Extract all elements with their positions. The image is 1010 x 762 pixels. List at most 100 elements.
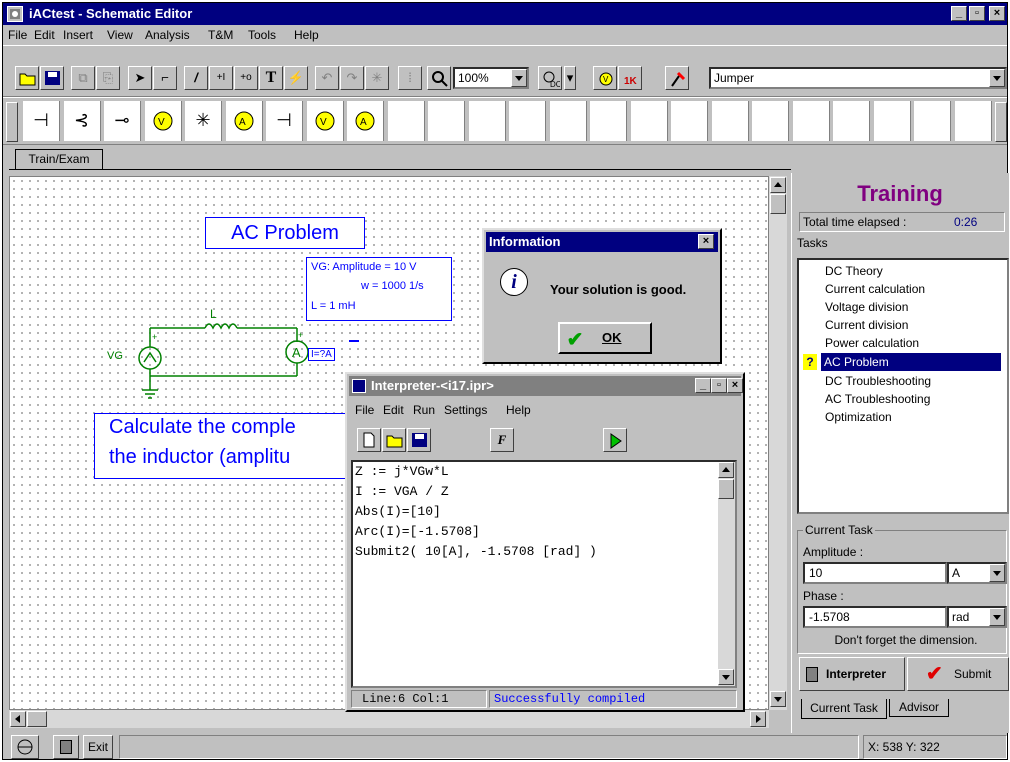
dc-analysis-icon[interactable]: DC	[538, 66, 562, 90]
output-pin-icon[interactable]: +o	[234, 66, 258, 90]
empty-component-slot[interactable]	[914, 101, 951, 141]
voltmeter-tool-icon[interactable]: V	[593, 66, 617, 90]
canvas-hscrollbar[interactable]	[9, 710, 769, 728]
empty-component-slot[interactable]	[428, 101, 465, 141]
component-select[interactable]: Jumper	[709, 67, 1007, 89]
menu-analysis[interactable]: Analysis	[145, 28, 190, 42]
menu-tm[interactable]: T&M	[208, 28, 233, 42]
wire-icon[interactable]: ⌐	[153, 66, 177, 90]
amplitude-unit-dropdown-icon[interactable]	[989, 564, 1005, 582]
phase-unit-select[interactable]: rad	[947, 606, 1007, 628]
menu-view[interactable]: View	[107, 28, 133, 42]
interpreter-menu-help[interactable]: Help	[506, 403, 531, 417]
menu-edit[interactable]: Edit	[34, 28, 55, 42]
probe-icon[interactable]	[665, 66, 689, 90]
input-pin-icon[interactable]: +I	[209, 66, 233, 90]
amplitude-unit-select[interactable]: A	[947, 562, 1007, 584]
terminal-icon[interactable]: ⊸	[104, 101, 141, 141]
dc-dropdown-icon[interactable]: ▾	[564, 66, 576, 90]
menu-help[interactable]: Help	[294, 28, 319, 42]
ac-ammeter-icon[interactable]: A	[347, 101, 384, 141]
empty-component-slot[interactable]	[468, 101, 506, 141]
scroll-right-icon[interactable]	[995, 102, 1007, 142]
empty-component-slot[interactable]	[873, 101, 911, 141]
interpreter-app-icon[interactable]	[352, 379, 366, 393]
interpreter-save-icon[interactable]	[407, 428, 431, 452]
interpreter-menu-file[interactable]: File	[355, 403, 374, 417]
phase-unit-dropdown-icon[interactable]	[989, 608, 1005, 626]
tab-train-exam[interactable]: Train/Exam	[15, 149, 103, 169]
paste-icon[interactable]: ⎘	[96, 66, 120, 90]
zoom-dropdown-icon[interactable]	[511, 69, 527, 87]
hscroll-left-icon[interactable]	[10, 711, 26, 727]
ac-voltmeter-icon[interactable]: V	[306, 101, 344, 141]
voltmeter-icon[interactable]: V	[144, 101, 182, 141]
vscroll-up-icon[interactable]	[770, 177, 786, 193]
ground-wire-icon[interactable]: ⊣	[23, 101, 60, 141]
empty-component-slot[interactable]	[509, 101, 546, 141]
run-icon[interactable]	[603, 428, 627, 452]
task-item[interactable]: Current calculation	[823, 280, 1001, 298]
diode-icon[interactable]: ⊣	[266, 101, 303, 141]
close-button[interactable]: ×	[989, 6, 1005, 21]
hscroll-thumb[interactable]	[27, 711, 47, 727]
menu-tools[interactable]: Tools	[248, 28, 276, 42]
zoom-icon[interactable]	[427, 66, 451, 90]
simulation-icon[interactable]	[11, 735, 39, 759]
capacitor-icon[interactable]: ⊰	[63, 101, 101, 141]
interpreter-maximize-button[interactable]: ▫	[711, 378, 727, 393]
editor-scroll-thumb[interactable]	[718, 479, 734, 499]
text-icon[interactable]: T	[259, 66, 283, 90]
task-item-active[interactable]: AC Problem	[821, 353, 1001, 371]
calculator-tool-icon[interactable]	[53, 735, 79, 759]
tasks-list[interactable]: DC Theory Current calculation Voltage di…	[797, 258, 1009, 514]
hscroll-right-icon[interactable]	[750, 711, 766, 727]
lamp-icon[interactable]: ✳	[185, 101, 222, 141]
ammeter-icon[interactable]: A	[225, 101, 263, 141]
empty-component-slot[interactable]	[590, 101, 627, 141]
menu-insert[interactable]: Insert	[63, 28, 93, 42]
resistor-tool-icon[interactable]: 1K	[618, 66, 642, 90]
menu-file[interactable]: File	[8, 28, 27, 42]
empty-component-slot[interactable]	[711, 101, 749, 141]
interpreter-open-icon[interactable]	[382, 428, 406, 452]
tab-advisor[interactable]: Advisor	[889, 699, 949, 717]
save-icon[interactable]	[40, 66, 64, 90]
submit-button[interactable]: ✔ Submit	[907, 657, 1009, 691]
tab-current-task[interactable]: Current Task	[801, 699, 887, 719]
task-item[interactable]: Optimization	[823, 408, 1001, 426]
empty-component-slot[interactable]	[630, 101, 668, 141]
maximize-button[interactable]: ▫	[969, 6, 985, 21]
interpreter-button[interactable]: Interpreter	[799, 657, 905, 691]
editor-scroll-up-icon[interactable]	[718, 462, 734, 478]
redo-icon[interactable]: ↷	[340, 66, 364, 90]
ok-button[interactable]: ✔ OK	[558, 322, 652, 354]
interpreter-menu-edit[interactable]: Edit	[383, 403, 404, 417]
information-close-button[interactable]: ×	[698, 234, 714, 249]
exit-button[interactable]: Exit	[83, 735, 113, 759]
empty-component-slot[interactable]	[671, 101, 708, 141]
task-item[interactable]: Current division	[823, 316, 1001, 334]
pen-icon[interactable]: /	[184, 66, 208, 90]
app-icon[interactable]	[7, 6, 23, 22]
zoom-select[interactable]: 100%	[453, 67, 529, 89]
interpreter-close-button[interactable]: ×	[727, 378, 743, 393]
amplitude-input[interactable]: 10	[803, 562, 947, 584]
grid-icon[interactable]: ⁞	[398, 66, 422, 90]
formula-icon[interactable]: ⚡	[284, 66, 308, 90]
task-item[interactable]: Voltage division	[823, 298, 1001, 316]
vscroll-down-icon[interactable]	[770, 691, 786, 707]
task-item[interactable]: DC Troubleshooting	[823, 372, 1001, 390]
minimize-button[interactable]: _	[951, 6, 967, 21]
empty-component-slot[interactable]	[954, 101, 992, 141]
node-icon[interactable]: ✳	[365, 66, 389, 90]
interpreter-menu-run[interactable]: Run	[413, 403, 435, 417]
canvas-vscrollbar[interactable]	[769, 176, 787, 710]
open-icon[interactable]	[15, 66, 39, 90]
empty-component-slot[interactable]	[387, 101, 425, 141]
code-editor[interactable]: Z := j*VGw*L I := VGA / Z Abs(I)=[10] Ar…	[351, 460, 737, 688]
function-icon[interactable]: F	[490, 428, 514, 452]
new-file-icon[interactable]	[357, 428, 381, 452]
scroll-left-icon[interactable]	[6, 102, 18, 142]
pointer-icon[interactable]: ➤	[128, 66, 152, 90]
